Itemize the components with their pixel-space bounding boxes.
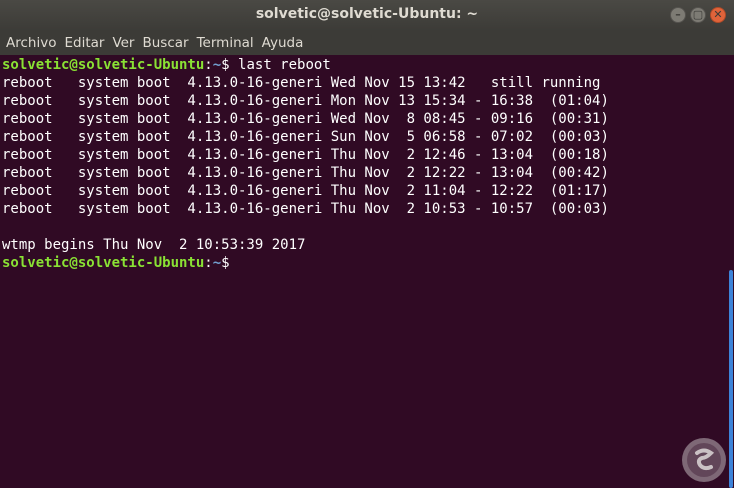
menu-ayuda[interactable]: Ayuda — [258, 35, 308, 51]
window-title: solvetic@solvetic-Ubuntu: ~ — [255, 6, 479, 22]
prompt-user: solvetic@solvetic-Ubuntu — [2, 255, 205, 271]
prompt-line: solvetic@solvetic-Ubuntu:~$ — [2, 254, 728, 272]
output-line: reboot system boot 4.13.0-16-generi Mon … — [2, 93, 609, 109]
maximize-button[interactable]: ▢ — [690, 7, 706, 23]
menu-bar: Archivo Editar Ver Buscar Terminal Ayuda — [0, 31, 734, 55]
prompt-path: ~ — [212, 57, 222, 73]
menu-editar[interactable]: Editar — [60, 35, 108, 51]
output-line: reboot system boot 4.13.0-16-generi Wed … — [2, 111, 609, 127]
prompt-user: solvetic@solvetic-Ubuntu — [2, 57, 205, 73]
output-line: reboot system boot 4.13.0-16-generi Thu … — [2, 165, 609, 181]
scrollbar[interactable] — [728, 55, 734, 488]
output-line: reboot system boot 4.13.0-16-generi Thu … — [2, 201, 609, 217]
solvetic-logo-icon — [682, 438, 726, 482]
prompt-path: ~ — [212, 255, 222, 271]
output-line: wtmp begins Thu Nov 2 10:53:39 2017 — [2, 237, 306, 253]
command-line: solvetic@solvetic-Ubuntu:~$ last reboot — [2, 56, 728, 74]
menu-terminal[interactable]: Terminal — [193, 35, 258, 51]
output-line: reboot system boot 4.13.0-16-generi Sun … — [2, 129, 609, 145]
output-line: reboot system boot 4.13.0-16-generi Thu … — [2, 147, 609, 163]
prompt-symbol: $ — [221, 255, 239, 271]
minimize-button[interactable]: – — [670, 7, 686, 23]
output-line: reboot system boot 4.13.0-16-generi Wed … — [2, 75, 601, 91]
close-button[interactable]: ✕ — [710, 7, 726, 23]
menu-archivo[interactable]: Archivo — [2, 35, 60, 51]
menu-buscar[interactable]: Buscar — [138, 35, 192, 51]
window-controls: – ▢ ✕ — [670, 7, 726, 23]
terminal-area[interactable]: solvetic@solvetic-Ubuntu:~$ last reboot … — [0, 55, 728, 488]
prompt-separator: : — [204, 255, 213, 271]
menu-ver[interactable]: Ver — [108, 35, 138, 51]
output-line: reboot system boot 4.13.0-16-generi Thu … — [2, 183, 609, 199]
prompt-symbol: $ — [221, 57, 239, 73]
window-titlebar[interactable]: solvetic@solvetic-Ubuntu: ~ – ▢ ✕ — [0, 0, 734, 31]
command-text: last reboot — [238, 57, 331, 73]
prompt-separator: : — [204, 57, 213, 73]
